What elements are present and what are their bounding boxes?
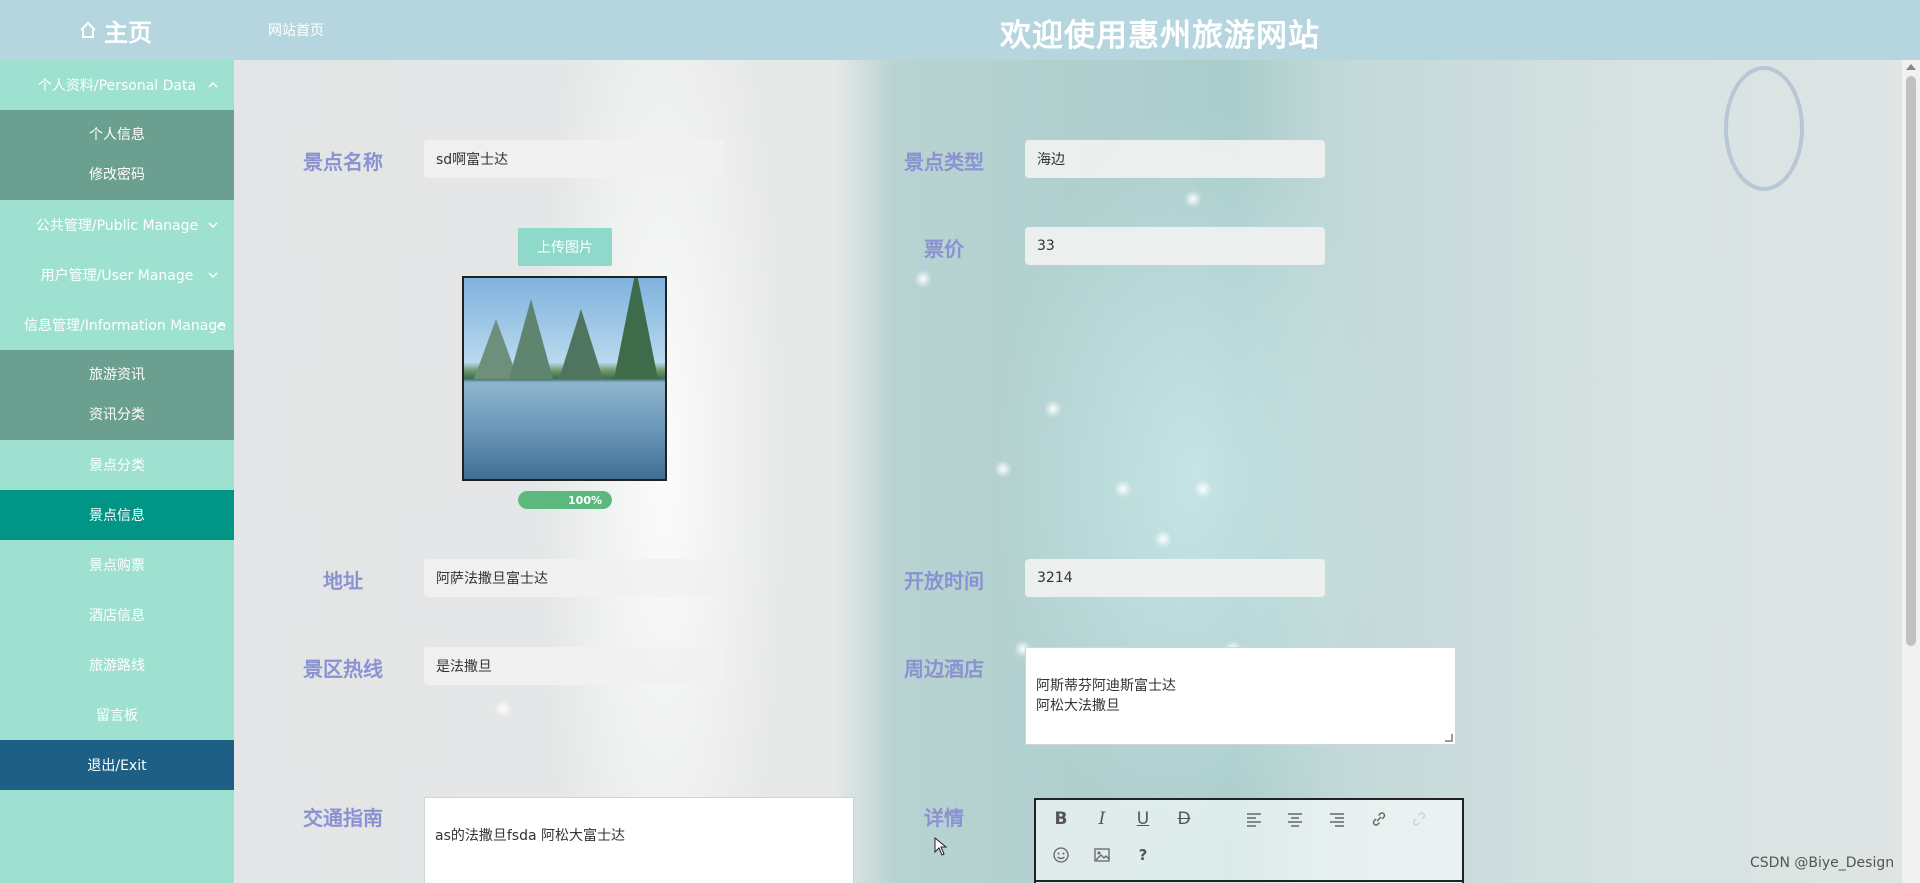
background-sparkle	[994, 460, 1012, 478]
home-icon	[80, 21, 96, 38]
underline-icon[interactable]: U	[1130, 806, 1156, 832]
open-time-input[interactable]: 3214	[1025, 559, 1325, 597]
upload-progress-fill: 100%	[518, 491, 612, 509]
align-left-icon[interactable]	[1241, 806, 1267, 832]
chevron-up-icon	[208, 81, 218, 88]
nearby-hotels-text: 阿斯蒂芬阿迪斯富士达 阿松大法撒旦	[1036, 678, 1176, 714]
watermark: CSDN @Biye_Design	[1750, 855, 1895, 871]
sidebar-item-news-category[interactable]: 资讯分类	[0, 394, 234, 434]
emoji-icon[interactable]	[1048, 842, 1074, 868]
home-label: 主页	[104, 18, 152, 47]
hotline-label: 景区热线	[303, 657, 383, 681]
hotline-input[interactable]: 是法撒旦	[424, 647, 724, 685]
help-icon[interactable]: ?	[1130, 842, 1156, 868]
site-home-link[interactable]: 网站首页	[268, 20, 324, 40]
chevron-up-icon	[216, 321, 226, 328]
page-scrollbar[interactable]	[1902, 60, 1920, 883]
home-link[interactable]: 主页	[78, 14, 152, 47]
sidebar-item-change-password[interactable]: 修改密码	[0, 154, 234, 194]
nearby-hotels-label: 周边酒店	[904, 657, 984, 681]
scenic-type-input[interactable]: 海边	[1025, 140, 1325, 178]
submenu-personal-data: 个人信息 修改密码	[0, 110, 234, 200]
sidebar-item-label: 用户管理/User Manage	[40, 268, 194, 284]
background-sparkle	[1184, 190, 1202, 208]
sidebar-item-hotel-info[interactable]: 酒店信息	[0, 590, 234, 640]
chevron-down-icon	[208, 222, 218, 229]
price-label: 票价	[924, 237, 964, 261]
sidebar-item-travel-routes[interactable]: 旅游路线	[0, 640, 234, 690]
align-right-icon[interactable]	[1324, 806, 1350, 832]
details-label: 详情	[924, 806, 964, 830]
italic-icon[interactable]: I	[1089, 806, 1115, 832]
sidebar-item-label: 公共管理/Public Manage	[35, 218, 199, 234]
nearby-hotels-textarea[interactable]: 阿斯蒂芬阿迪斯富士达 阿松大法撒旦	[1025, 647, 1456, 745]
sidebar: 个人资料/Personal Data 个人信息 修改密码 公共管理/Public…	[0, 60, 234, 883]
background-sparkle	[1194, 480, 1212, 498]
page-title: 欢迎使用惠州旅游网站	[1000, 18, 1320, 54]
sidebar-item-scenic-tickets[interactable]: 景点购票	[0, 540, 234, 590]
image-icon[interactable]	[1089, 842, 1115, 868]
transport-text: as的法撒旦fsda 阿松大富士达	[435, 828, 626, 844]
transport-label: 交通指南	[303, 806, 383, 830]
scrollbar-thumb[interactable]	[1906, 76, 1916, 646]
sidebar-item-travel-news[interactable]: 旅游资讯	[0, 354, 234, 394]
upload-progress-bar: 100%	[518, 491, 612, 509]
align-center-icon[interactable]	[1282, 806, 1308, 832]
bold-icon[interactable]: B	[1048, 806, 1074, 832]
scenic-type-label: 景点类型	[904, 150, 984, 174]
sidebar-item-personal-info[interactable]: 个人信息	[0, 114, 234, 154]
sidebar-item-label: 个人资料/Personal Data	[37, 78, 197, 94]
background-sparkle	[1154, 530, 1172, 548]
sidebar-item-exit[interactable]: 退出/Exit	[0, 740, 234, 790]
mouse-cursor-icon	[934, 837, 948, 856]
resize-handle[interactable]	[1445, 734, 1453, 742]
price-input[interactable]: 33	[1025, 227, 1325, 265]
sidebar-item-public-manage[interactable]: 公共管理/Public Manage	[0, 200, 234, 250]
main-content: 景点名称 sd啊富士达 景点类型 海边 上传图片 100% 票价 33 地址 阿…	[234, 60, 1902, 883]
sidebar-item-information-manage[interactable]: 信息管理/Information Manage	[0, 300, 234, 350]
submenu-information-manage: 旅游资讯 资讯分类	[0, 350, 234, 440]
sidebar-item-user-manage[interactable]: 用户管理/User Manage	[0, 250, 234, 300]
upload-progress-text: 100%	[568, 493, 602, 507]
sidebar-item-personal-data[interactable]: 个人资料/Personal Data	[0, 60, 234, 110]
background-sparkle	[1114, 480, 1132, 498]
sidebar-item-scenic-category[interactable]: 景点分类	[0, 440, 234, 490]
link-icon[interactable]	[1366, 806, 1392, 832]
editor-divider	[1036, 880, 1462, 882]
unlink-icon[interactable]	[1406, 806, 1432, 832]
background-sparkle	[914, 270, 932, 288]
top-header: 主页 网站首页 欢迎使用惠州旅游网站	[0, 0, 1920, 60]
upload-image-button[interactable]: 上传图片	[518, 228, 612, 266]
sidebar-item-message-board[interactable]: 留言板	[0, 690, 234, 740]
transport-textarea[interactable]: as的法撒旦fsda 阿松大富士达	[424, 797, 854, 883]
address-label: 地址	[323, 569, 363, 593]
background-sparkle	[494, 700, 512, 718]
background-sparkle	[1044, 400, 1062, 418]
sidebar-item-label: 信息管理/Information Manage	[24, 318, 226, 334]
scroll-up-arrow-icon[interactable]	[1906, 64, 1916, 70]
rich-text-editor[interactable]: B I U D ?	[1034, 798, 1464, 883]
open-time-label: 开放时间	[904, 569, 984, 593]
address-input[interactable]: 阿萨法撒旦富士达	[424, 559, 724, 597]
sidebar-item-scenic-info[interactable]: 景点信息	[0, 490, 234, 540]
strikethrough-icon[interactable]: D	[1171, 806, 1197, 832]
scenic-photo-preview	[462, 276, 667, 481]
scenic-name-input[interactable]: sd啊富士达	[424, 140, 724, 178]
background-stamp	[1724, 66, 1804, 191]
chevron-down-icon	[208, 272, 218, 279]
scenic-name-label: 景点名称	[303, 150, 383, 174]
